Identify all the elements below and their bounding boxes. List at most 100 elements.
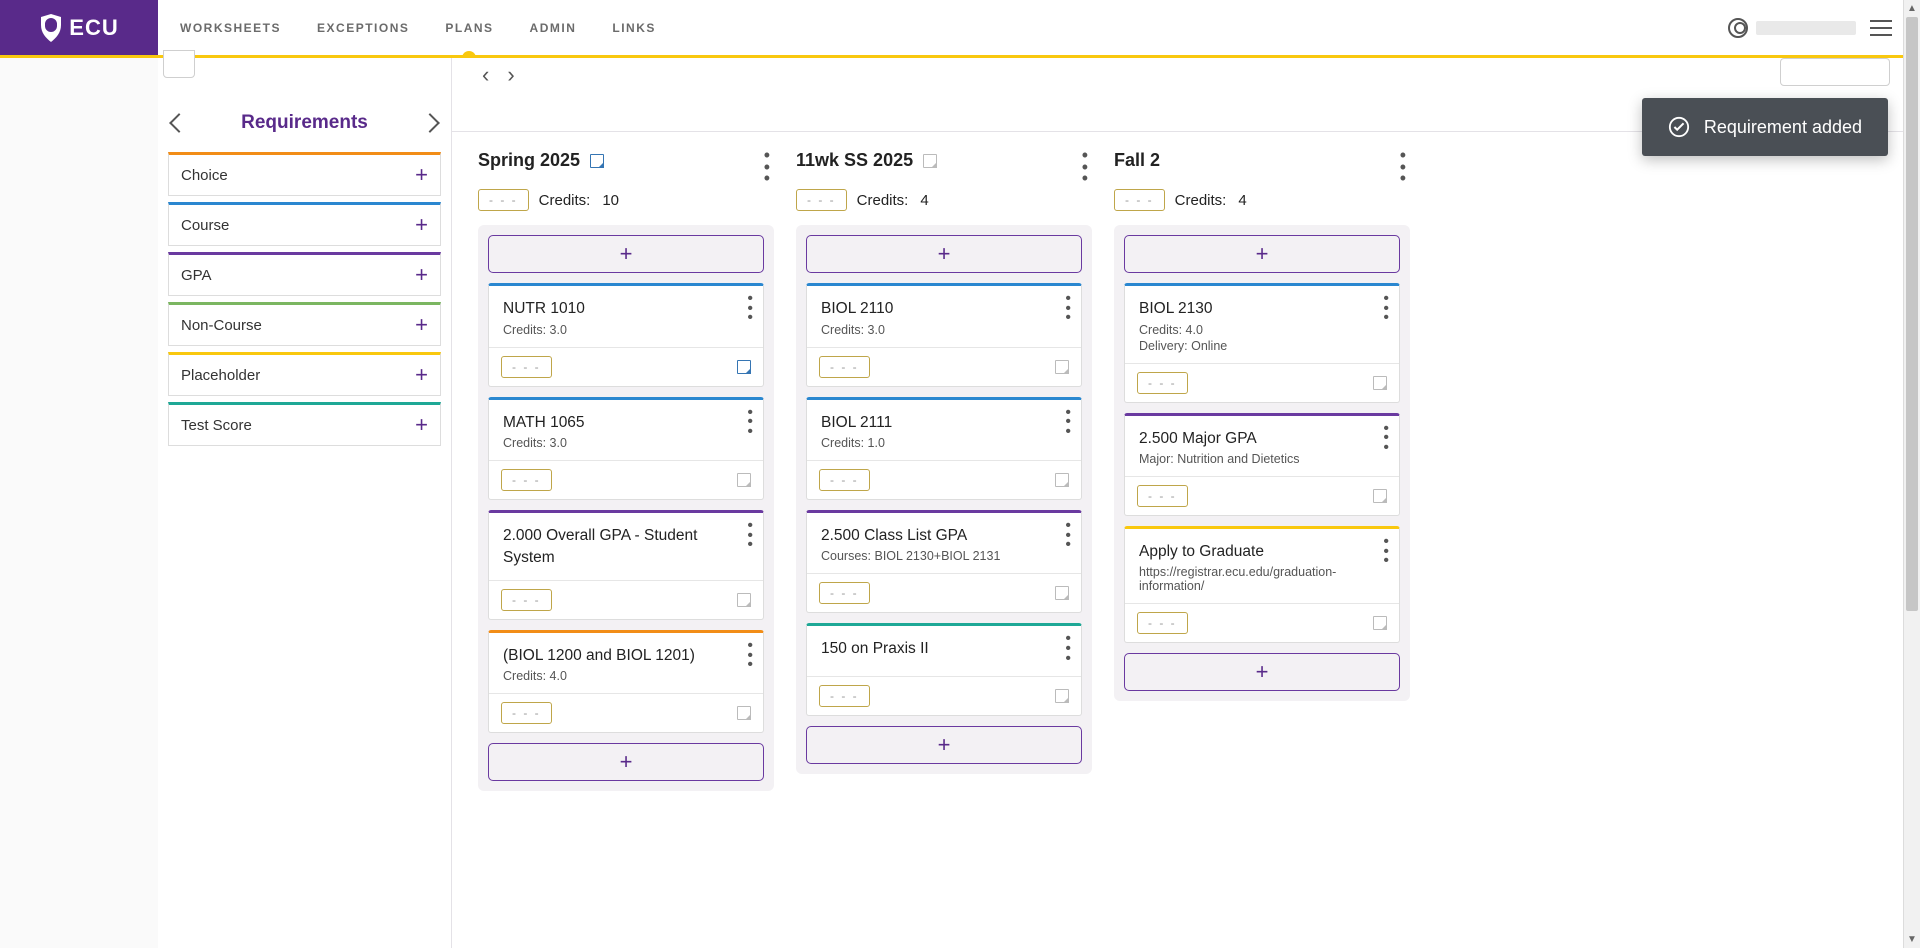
status-chip[interactable]: - - - (501, 469, 552, 491)
status-chip[interactable]: - - - (1137, 485, 1188, 507)
credits-label: Credits: (1175, 192, 1227, 209)
chevron-right-icon[interactable] (420, 113, 440, 133)
status-chip[interactable]: - - - (1137, 372, 1188, 394)
note-icon[interactable] (923, 154, 937, 168)
add-requirement-button[interactable]: + (806, 726, 1082, 764)
note-icon[interactable] (1373, 489, 1387, 503)
requirements-header: Requirements (158, 88, 451, 146)
requirement-card[interactable]: •••150 on Praxis II- - - (806, 623, 1082, 716)
card-menu-icon[interactable]: ••• (1383, 294, 1389, 323)
card-title: 2.000 Overall GPA - Student System (503, 525, 749, 570)
term-menu-icon[interactable]: ••• (1396, 150, 1410, 185)
card-menu-icon[interactable]: ••• (1383, 537, 1389, 566)
status-chip[interactable]: - - - (1114, 189, 1165, 211)
requirement-card[interactable]: •••BIOL 2110Credits: 3.0- - - (806, 283, 1082, 386)
note-icon[interactable] (1055, 689, 1069, 703)
hamburger-menu-icon[interactable] (1870, 20, 1892, 36)
topbar-action-button[interactable] (1780, 58, 1890, 86)
requirement-card[interactable]: •••NUTR 1010Credits: 3.0- - - (488, 283, 764, 386)
add-requirement-button[interactable]: + (806, 235, 1082, 273)
note-icon[interactable] (1055, 473, 1069, 487)
plus-icon[interactable]: + (415, 212, 428, 238)
note-icon[interactable] (1055, 586, 1069, 600)
status-chip[interactable]: - - - (501, 702, 552, 724)
user-chip[interactable] (1728, 18, 1856, 38)
requirement-card[interactable]: •••(BIOL 1200 and BIOL 1201)Credits: 4.0… (488, 630, 764, 733)
status-chip[interactable]: - - - (819, 582, 870, 604)
status-chip[interactable]: - - - (796, 189, 847, 211)
brand-text: ECU (69, 15, 118, 41)
term-body: + •••NUTR 1010Credits: 3.0- - - •••MATH 10… (478, 225, 774, 791)
requirement-item-label: Test Score (181, 417, 252, 434)
add-requirement-button[interactable]: + (488, 235, 764, 273)
requirement-card[interactable]: •••Apply to Graduatehttps://registrar.ec… (1124, 526, 1400, 643)
panel-top-tab[interactable] (163, 50, 195, 78)
note-icon[interactable] (590, 154, 604, 168)
requirement-item-noncourse[interactable]: Non-Course + (168, 302, 441, 346)
status-chip[interactable]: - - - (819, 356, 870, 378)
nav-worksheets[interactable]: WORKSHEETS (178, 1, 283, 55)
user-avatar-icon (1728, 18, 1748, 38)
note-icon[interactable] (1373, 616, 1387, 630)
requirement-item-choice[interactable]: Choice+ (168, 152, 441, 196)
term-menu-icon[interactable]: ••• (1078, 150, 1092, 185)
plus-icon[interactable]: + (415, 312, 428, 338)
card-menu-icon[interactable]: ••• (747, 408, 753, 437)
term-menu-icon[interactable]: ••• (760, 150, 774, 185)
add-requirement-button[interactable]: + (488, 743, 764, 781)
card-menu-icon[interactable]: ••• (1065, 634, 1071, 663)
note-icon[interactable] (737, 360, 751, 374)
requirements-panel: Requirements Choice+ Course+ GPA+ Non-Cours… (158, 58, 452, 948)
card-footer: - - - (489, 347, 763, 386)
note-icon[interactable] (737, 473, 751, 487)
nav-links[interactable]: LINKS (610, 1, 658, 55)
scroll-up-icon[interactable]: ▲ (1904, 0, 1920, 17)
status-chip[interactable]: - - - (819, 685, 870, 707)
requirement-item-testscore[interactable]: Test Score + (168, 402, 441, 446)
card-menu-icon[interactable]: ••• (1065, 294, 1071, 323)
outer-scrollbar[interactable]: ▲ ▼ (1903, 0, 1920, 948)
requirement-card[interactable]: •••2.500 Major GPAMajor: Nutrition and D… (1124, 413, 1400, 516)
card-menu-icon[interactable]: ••• (747, 294, 753, 323)
requirement-card[interactable]: •••MATH 1065Credits: 3.0- - - (488, 397, 764, 500)
term-next-icon[interactable]: › (507, 64, 514, 86)
requirement-card[interactable]: •••2.000 Overall GPA - Student System - -… (488, 510, 764, 620)
card-menu-icon[interactable]: ••• (1065, 521, 1071, 550)
note-icon[interactable] (737, 706, 751, 720)
scroll-thumb[interactable] (1906, 17, 1918, 611)
requirement-card[interactable]: •••2.500 Class List GPACourses: BIOL 213… (806, 510, 1082, 613)
requirement-item-course[interactable]: Course+ (168, 202, 441, 246)
card-body: Apply to Graduatehttps://registrar.ecu.e… (1125, 529, 1399, 603)
note-icon[interactable] (1373, 376, 1387, 390)
nav-plans[interactable]: PLANS (443, 1, 495, 55)
card-menu-icon[interactable]: ••• (747, 641, 753, 670)
note-icon[interactable] (1055, 360, 1069, 374)
status-chip[interactable]: - - - (478, 189, 529, 211)
card-menu-icon[interactable]: ••• (1065, 408, 1071, 437)
plus-icon[interactable]: + (415, 162, 428, 188)
card-subtitle: Credits: 4.0 (1139, 323, 1385, 337)
plus-icon[interactable]: + (415, 262, 428, 288)
note-icon[interactable] (737, 593, 751, 607)
term-prev-icon[interactable]: ‹ (482, 64, 489, 86)
scroll-track[interactable] (1904, 17, 1920, 931)
nav-exceptions[interactable]: EXCEPTIONS (315, 1, 411, 55)
card-footer: - - - (1125, 603, 1399, 642)
card-menu-icon[interactable]: ••• (747, 521, 753, 550)
plus-icon[interactable]: + (415, 412, 428, 438)
nav-admin[interactable]: ADMIN (528, 1, 579, 55)
requirement-item-placeholder[interactable]: Placeholder+ (168, 352, 441, 396)
status-chip[interactable]: - - - (501, 589, 552, 611)
requirement-card[interactable]: •••BIOL 2130Credits: 4.0Delivery: Online… (1124, 283, 1400, 402)
add-requirement-button[interactable]: + (1124, 653, 1400, 691)
status-chip[interactable]: - - - (1137, 612, 1188, 634)
status-chip[interactable]: - - - (501, 356, 552, 378)
scroll-down-icon[interactable]: ▼ (1904, 931, 1920, 948)
add-requirement-button[interactable]: + (1124, 235, 1400, 273)
status-chip[interactable]: - - - (819, 469, 870, 491)
card-menu-icon[interactable]: ••• (1383, 424, 1389, 453)
requirement-item-label: Non-Course (181, 317, 262, 334)
requirement-card[interactable]: •••BIOL 2111Credits: 1.0- - - (806, 397, 1082, 500)
plus-icon[interactable]: + (415, 362, 428, 388)
requirement-item-gpa[interactable]: GPA+ (168, 252, 441, 296)
